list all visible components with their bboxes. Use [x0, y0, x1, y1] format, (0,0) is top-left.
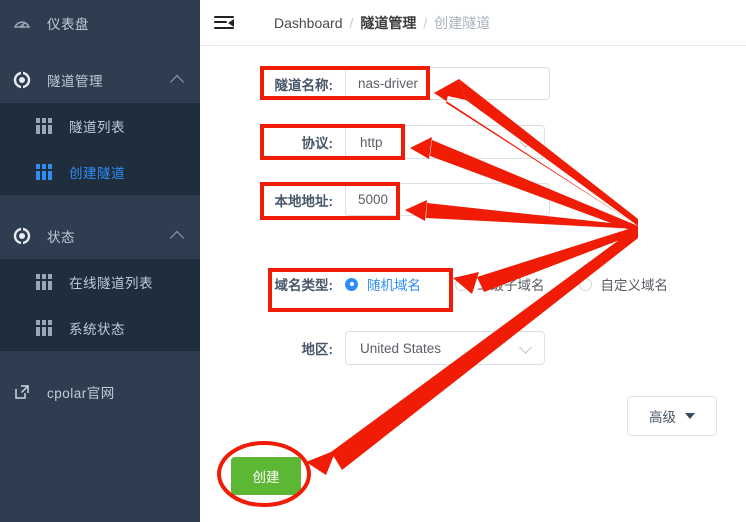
region-label: 地区: — [301, 342, 334, 357]
sidebar-item-cpolar-website[interactable]: cpolar官网 — [0, 369, 200, 415]
region-value: United States — [360, 340, 442, 356]
breadcrumb-tunnel-management[interactable]: 隧道管理 — [360, 13, 416, 33]
local-address-input[interactable]: 5000 — [345, 183, 550, 216]
sidebar-item-label: 状态 — [47, 230, 75, 245]
grid-icon — [36, 164, 52, 180]
external-link-icon — [13, 383, 31, 401]
tunnel-name-input[interactable]: nas-driver — [345, 67, 550, 100]
create-tunnel-form: 隧道名称: nas-driver 协议: http 本地地址: 5000 域名类… — [200, 46, 746, 522]
create-button[interactable]: 创建 — [231, 457, 301, 495]
local-address-label: 本地地址: — [274, 193, 334, 209]
sidebar-item-label: 隧道列表 — [69, 120, 125, 135]
radio-label: 二级子域名 — [477, 278, 545, 293]
radio-label: 自定义域名 — [600, 278, 669, 293]
app-root: 仪表盘 隧道管理 隧道列表 创建隧道 状态 在线隧道列表 系统状态 cpolar… — [0, 0, 746, 522]
chevron-up-icon — [169, 230, 185, 246]
breadcrumb-separator: / — [349, 14, 354, 31]
top-header: Dashboard / 隧道管理 / 创建隧道 — [200, 0, 746, 46]
sidebar-item-label: 仪表盘 — [47, 17, 89, 32]
sidebar-item-label: 创建隧道 — [69, 166, 125, 181]
radio-random-domain[interactable]: 随机域名 — [345, 274, 421, 294]
sidebar-item-system-status[interactable]: 系统状态 — [0, 305, 200, 351]
region-select[interactable]: United States — [345, 331, 545, 365]
tunnel-icon — [13, 71, 31, 89]
grid-icon — [36, 320, 52, 336]
chevron-down-icon — [519, 135, 532, 148]
sidebar-item-online-tunnel-list[interactable]: 在线隧道列表 — [0, 259, 200, 305]
breadcrumb-create-tunnel: 创建隧道 — [434, 14, 491, 31]
breadcrumb-separator: / — [423, 14, 428, 31]
form-row-protocol: 协议: http — [200, 125, 746, 159]
radio-custom-domain[interactable]: 自定义域名 — [578, 274, 669, 294]
domain-type-radio-group: 随机域名 二级子域名 自定义域名 — [345, 274, 702, 294]
domain-type-label: 域名类型: — [274, 278, 334, 293]
advanced-button[interactable]: 高级 — [627, 396, 717, 436]
sidebar-item-dashboard[interactable]: 仪表盘 — [0, 0, 200, 46]
sidebar-item-status[interactable]: 状态 — [0, 213, 200, 259]
sidebar-submenu-tunnel: 隧道列表 创建隧道 — [0, 103, 200, 195]
form-row-local-address: 本地地址: 5000 — [200, 183, 746, 216]
protocol-label: 协议: — [301, 136, 334, 151]
radio-dot-icon — [578, 277, 592, 291]
breadcrumb-dashboard[interactable]: Dashboard — [274, 15, 343, 31]
chevron-down-icon — [519, 341, 532, 354]
chevron-up-icon — [169, 74, 185, 90]
grid-icon — [36, 118, 52, 134]
breadcrumb: Dashboard / 隧道管理 / 创建隧道 — [274, 13, 490, 33]
radio-label: 随机域名 — [367, 278, 421, 293]
caret-down-icon — [685, 413, 695, 419]
grid-icon — [36, 274, 52, 290]
form-row-domain-type: 域名类型: 随机域名 二级子域名 自定义域名 — [200, 274, 746, 294]
sidebar-item-label: cpolar官网 — [47, 386, 115, 401]
form-row-tunnel-name: 隧道名称: nas-driver — [200, 67, 746, 100]
collapse-menu-icon[interactable] — [214, 15, 234, 31]
sidebar: 仪表盘 隧道管理 隧道列表 创建隧道 状态 在线隧道列表 系统状态 cpolar… — [0, 0, 200, 522]
status-icon — [13, 227, 31, 245]
sidebar-item-tunnel-list[interactable]: 隧道列表 — [0, 103, 200, 149]
sidebar-item-label: 隧道管理 — [47, 74, 103, 89]
sidebar-item-create-tunnel[interactable]: 创建隧道 — [0, 149, 200, 195]
tunnel-name-label: 隧道名称: — [274, 77, 334, 93]
sidebar-item-label: 系统状态 — [69, 322, 125, 337]
create-button-label: 创建 — [252, 470, 280, 485]
form-row-region: 地区: United States — [200, 331, 746, 365]
radio-dot-icon — [345, 277, 358, 291]
advanced-button-label: 高级 — [649, 410, 676, 425]
protocol-value: http — [360, 134, 383, 150]
sidebar-item-label: 在线隧道列表 — [69, 276, 153, 291]
protocol-select[interactable]: http — [345, 125, 545, 159]
radio-subdomain[interactable]: 二级子域名 — [455, 274, 545, 294]
radio-dot-icon — [455, 277, 468, 291]
sidebar-item-tunnel-management[interactable]: 隧道管理 — [0, 57, 200, 103]
sidebar-submenu-status: 在线隧道列表 系统状态 — [0, 259, 200, 351]
dashboard-icon — [13, 14, 31, 32]
